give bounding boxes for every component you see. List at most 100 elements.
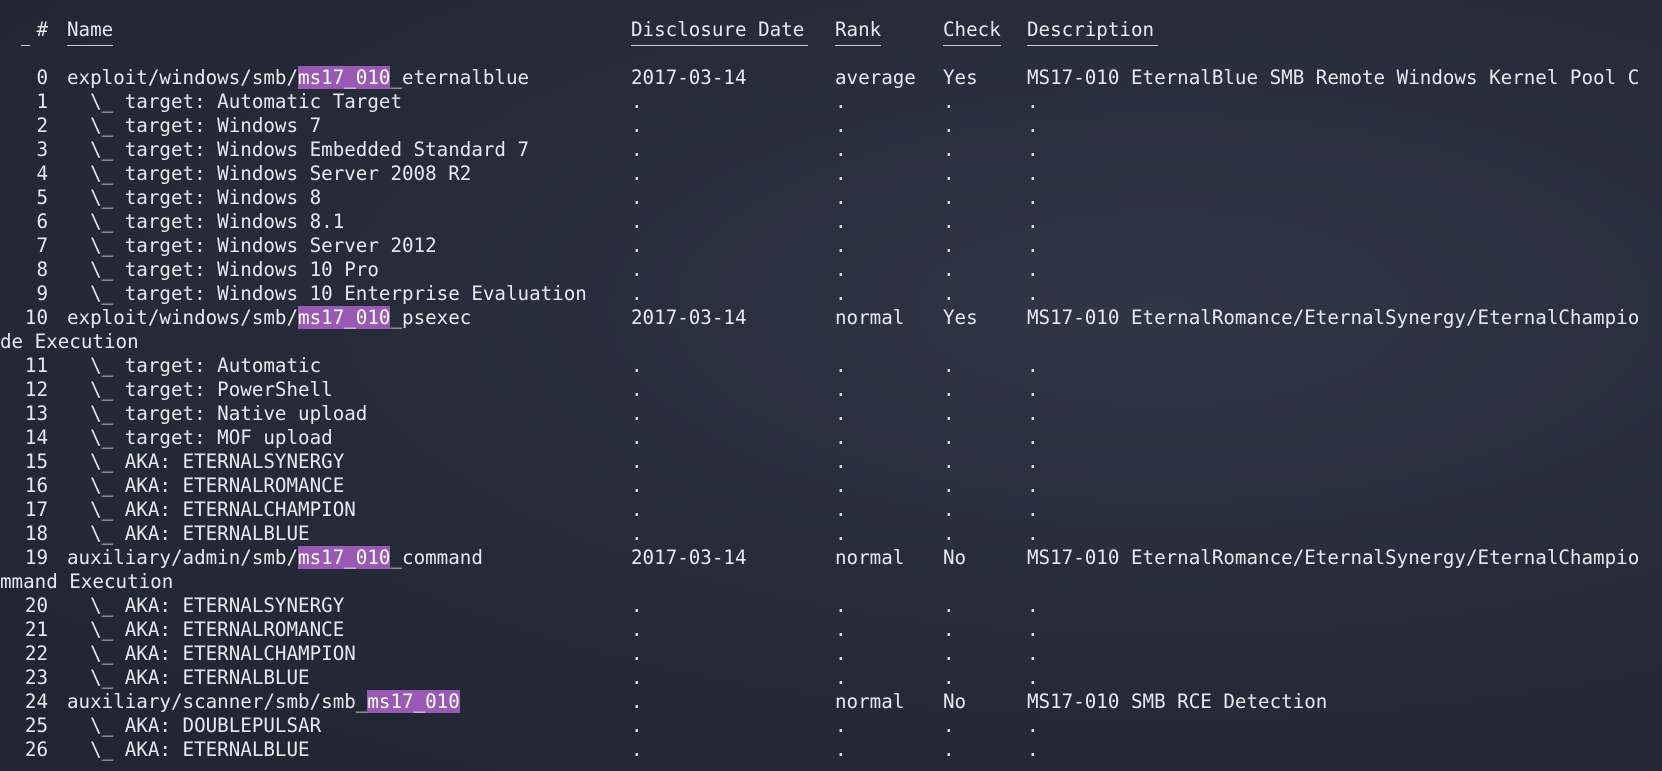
search-match-highlight: ms17_010 [298, 66, 391, 89]
rank: . [835, 450, 847, 473]
check: . [943, 498, 955, 521]
disclosure-date: . [631, 282, 643, 305]
module-name: \_ target: Windows Server 2008 R2 [67, 162, 471, 186]
module-name-suffix: _psexec [390, 306, 472, 329]
module-name: \_ target: Native upload [67, 402, 367, 426]
module-name-prefix: \_ AKA: ETERNALCHAMPION [67, 498, 356, 521]
rank: . [835, 402, 847, 425]
module-name-prefix: \_ AKA: ETERNALSYNERGY [67, 594, 345, 617]
check: . [943, 522, 955, 545]
row-index: 20 [24, 594, 48, 617]
module-name-suffix: _command [390, 546, 483, 569]
disclosure-date: . [631, 138, 643, 161]
row-index: 22 [24, 642, 48, 665]
description: . [1027, 138, 1039, 161]
row-index: 4 [36, 162, 48, 185]
disclosure-date: 2017-03-14 [631, 66, 747, 89]
disclosure-date: . [631, 738, 643, 761]
rank: . [835, 234, 847, 257]
description: . [1027, 474, 1039, 497]
disclosure-date: . [631, 186, 643, 209]
rank: . [835, 618, 847, 641]
disclosure-date: . [631, 354, 643, 377]
disclosure-date: . [631, 234, 643, 257]
module-name: exploit/windows/smb/ms17_010_eternalblue [67, 66, 529, 90]
row-index: 1 [36, 90, 48, 113]
row-index: 8 [36, 258, 48, 281]
module-name-prefix: \_ target: Windows 10 Enterprise Evaluat… [67, 282, 587, 305]
disclosure-date: . [631, 594, 643, 617]
rank: . [835, 282, 847, 305]
rank: normal [835, 690, 905, 713]
check: . [943, 234, 955, 257]
rank: . [835, 666, 847, 689]
module-name-suffix: _eternalblue [390, 66, 530, 89]
description: MS17-010 EternalBlue SMB Remote Windows … [1027, 66, 1640, 89]
check: . [943, 258, 955, 281]
rank: . [835, 594, 847, 617]
rank: . [835, 738, 847, 761]
module-name: \_ AKA: ETERNALBLUE [67, 522, 310, 546]
row-index: 6 [36, 210, 48, 233]
description: . [1027, 186, 1039, 209]
disclosure-date: . [631, 474, 643, 497]
disclosure-date: . [631, 666, 643, 689]
module-name-prefix: \_ AKA: DOUBLEPULSAR [67, 714, 322, 737]
description: . [1027, 354, 1039, 377]
rank: . [835, 114, 847, 137]
module-name: \_ AKA: ETERNALROMANCE [67, 474, 344, 498]
description: . [1027, 738, 1039, 761]
check: No [943, 546, 967, 569]
rank: normal [835, 306, 905, 329]
row-index: 10 [24, 306, 48, 329]
module-name-prefix: auxiliary/admin/smb/ [67, 546, 299, 569]
disclosure-date: . [631, 450, 643, 473]
description: . [1027, 114, 1039, 137]
check: . [943, 210, 955, 233]
check: . [943, 186, 955, 209]
row-index: 26 [24, 738, 48, 761]
index-underline [21, 45, 30, 46]
module-name-prefix: auxiliary/scanner/smb/smb_ [67, 690, 368, 713]
check: . [943, 714, 955, 737]
rank: . [835, 714, 847, 737]
description: . [1027, 618, 1039, 641]
wrapped-text: de Execution [0, 330, 139, 353]
row-index: 9 [36, 282, 48, 305]
check: . [943, 90, 955, 113]
module-name-prefix: \_ target: PowerShell [67, 378, 333, 401]
row-index: 14 [24, 426, 48, 449]
description: . [1027, 210, 1039, 233]
check: . [943, 450, 955, 473]
check: . [943, 426, 955, 449]
description: MS17-010 SMB RCE Detection [1027, 690, 1328, 713]
column-check-header: Check [943, 18, 1001, 41]
rank: . [835, 138, 847, 161]
module-name-prefix: \_ target: Automatic Target [67, 90, 403, 113]
module-name: \_ AKA: ETERNALROMANCE [67, 618, 344, 642]
disclosure-date: . [631, 378, 643, 401]
row-index: 21 [24, 618, 48, 641]
rank: . [835, 474, 847, 497]
search-match-highlight: ms17_010 [298, 306, 391, 329]
description: . [1027, 714, 1039, 737]
module-name-prefix: \_ target: Native upload [67, 402, 368, 425]
rank: . [835, 498, 847, 521]
disclosure-date: . [631, 90, 643, 113]
description: . [1027, 378, 1039, 401]
row-index: 13 [24, 402, 48, 425]
disclosure-date: . [631, 714, 643, 737]
disclosure-date: 2017-03-14 [631, 306, 747, 329]
module-name: \_ target: Windows 8 [67, 186, 321, 210]
check: . [943, 378, 955, 401]
check: . [943, 162, 955, 185]
description: MS17-010 EternalRomance/EternalSynergy/E… [1027, 306, 1640, 329]
disclosure-date: . [631, 162, 643, 185]
rank: . [835, 354, 847, 377]
module-name-prefix: \_ target: Windows 7 [67, 114, 322, 137]
date-underline [631, 45, 808, 46]
description: . [1027, 258, 1039, 281]
terminal-output[interactable]: # Name Disclosure Date Rank Check Descri… [0, 0, 1662, 771]
check: . [943, 354, 955, 377]
disclosure-date: . [631, 642, 643, 665]
